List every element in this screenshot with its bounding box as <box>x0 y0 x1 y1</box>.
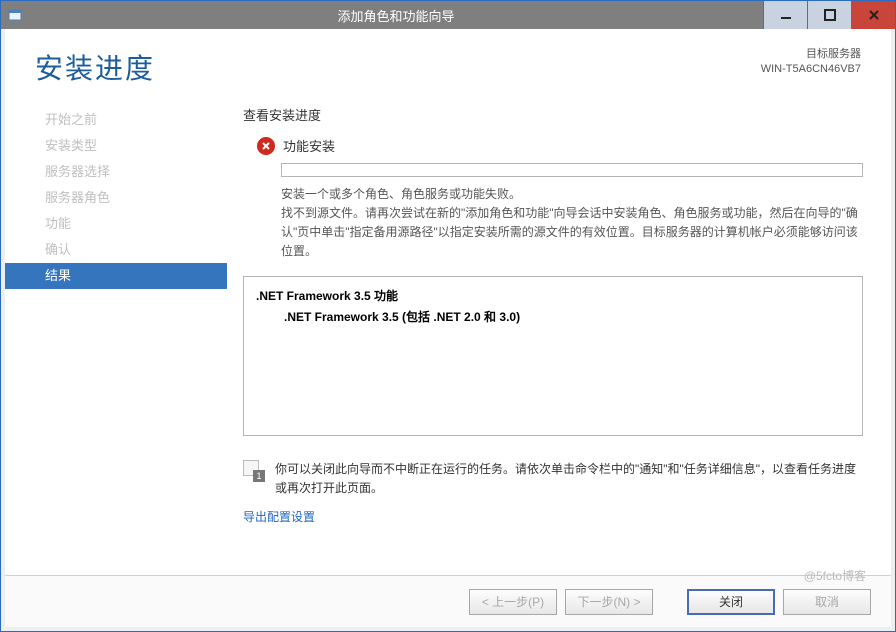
content: 查看安装进度 功能安装 安装一个或多个角色、角色服务或功能失败。 找不到源文件。… <box>227 93 891 575</box>
nav-item-server-selection: 服务器选择 <box>5 159 227 185</box>
next-button: 下一步(N) > <box>565 589 653 615</box>
titlebar: 添加角色和功能向导 <box>1 1 895 29</box>
note-text: 你可以关闭此向导而不中断正在运行的任务。请依次单击命令栏中的"通知"和"任务详细… <box>275 460 863 498</box>
nav-item-features: 功能 <box>5 211 227 237</box>
status-detail: 找不到源文件。请再次尝试在新的"添加角色和功能"向导会话中安装角色、角色服务或功… <box>243 204 863 262</box>
page-title: 安装进度 <box>35 47 155 87</box>
feature-item-parent: .NET Framework 3.5 功能 <box>256 287 850 304</box>
feature-list[interactable]: .NET Framework 3.5 功能 .NET Framework 3.5… <box>243 276 863 436</box>
nav-item-results[interactable]: 结果 <box>5 263 227 289</box>
nav-item-installation-type: 安装类型 <box>5 133 227 159</box>
progress-bar <box>281 163 863 177</box>
header: 安装进度 目标服务器 WIN-T5A6CN46VB7 <box>5 29 891 93</box>
window-controls <box>763 1 895 29</box>
wizard-nav: 开始之前 安装类型 服务器选择 服务器角色 功能 确认 结果 <box>5 93 227 575</box>
footer-buttons: < 上一步(P) 下一步(N) > 关闭 取消 <box>5 575 891 627</box>
wizard-body: 安装进度 目标服务器 WIN-T5A6CN46VB7 开始之前 安装类型 服务器… <box>1 29 895 631</box>
feature-item-child: .NET Framework 3.5 (包括 .NET 2.0 和 3.0) <box>256 308 850 325</box>
target-server-label: 目标服务器 <box>761 47 861 62</box>
status-message: 安装一个或多个角色、角色服务或功能失败。 <box>243 185 863 202</box>
target-server-info: 目标服务器 WIN-T5A6CN46VB7 <box>761 47 861 78</box>
minimize-button[interactable] <box>763 1 807 29</box>
middle: 开始之前 安装类型 服务器选择 服务器角色 功能 确认 结果 查看安装进度 功能… <box>5 93 891 575</box>
maximize-button[interactable] <box>807 1 851 29</box>
target-server-name: WIN-T5A6CN46VB7 <box>761 62 861 77</box>
close-wizard-button[interactable]: 关闭 <box>687 589 775 615</box>
close-button[interactable] <box>851 1 895 29</box>
export-settings-link[interactable]: 导出配置设置 <box>243 508 863 525</box>
nav-item-server-roles: 服务器角色 <box>5 185 227 211</box>
nav-item-confirmation: 确认 <box>5 237 227 263</box>
cancel-button: 取消 <box>783 589 871 615</box>
status-label: 功能安装 <box>283 136 335 155</box>
error-icon <box>257 137 275 155</box>
wizard-window: 添加角色和功能向导 安装进度 目标服务器 WIN-T5A6CN46VB7 开始之… <box>0 0 896 632</box>
section-title: 查看安装进度 <box>243 105 863 124</box>
status-row: 功能安装 <box>243 136 863 155</box>
app-icon <box>1 1 29 29</box>
note-row: 1 你可以关闭此向导而不中断正在运行的任务。请依次单击命令栏中的"通知"和"任务… <box>243 460 863 498</box>
window-title: 添加角色和功能向导 <box>29 6 763 25</box>
previous-button: < 上一步(P) <box>469 589 557 615</box>
nav-item-before-you-begin: 开始之前 <box>5 107 227 133</box>
flag-icon: 1 <box>243 460 265 482</box>
